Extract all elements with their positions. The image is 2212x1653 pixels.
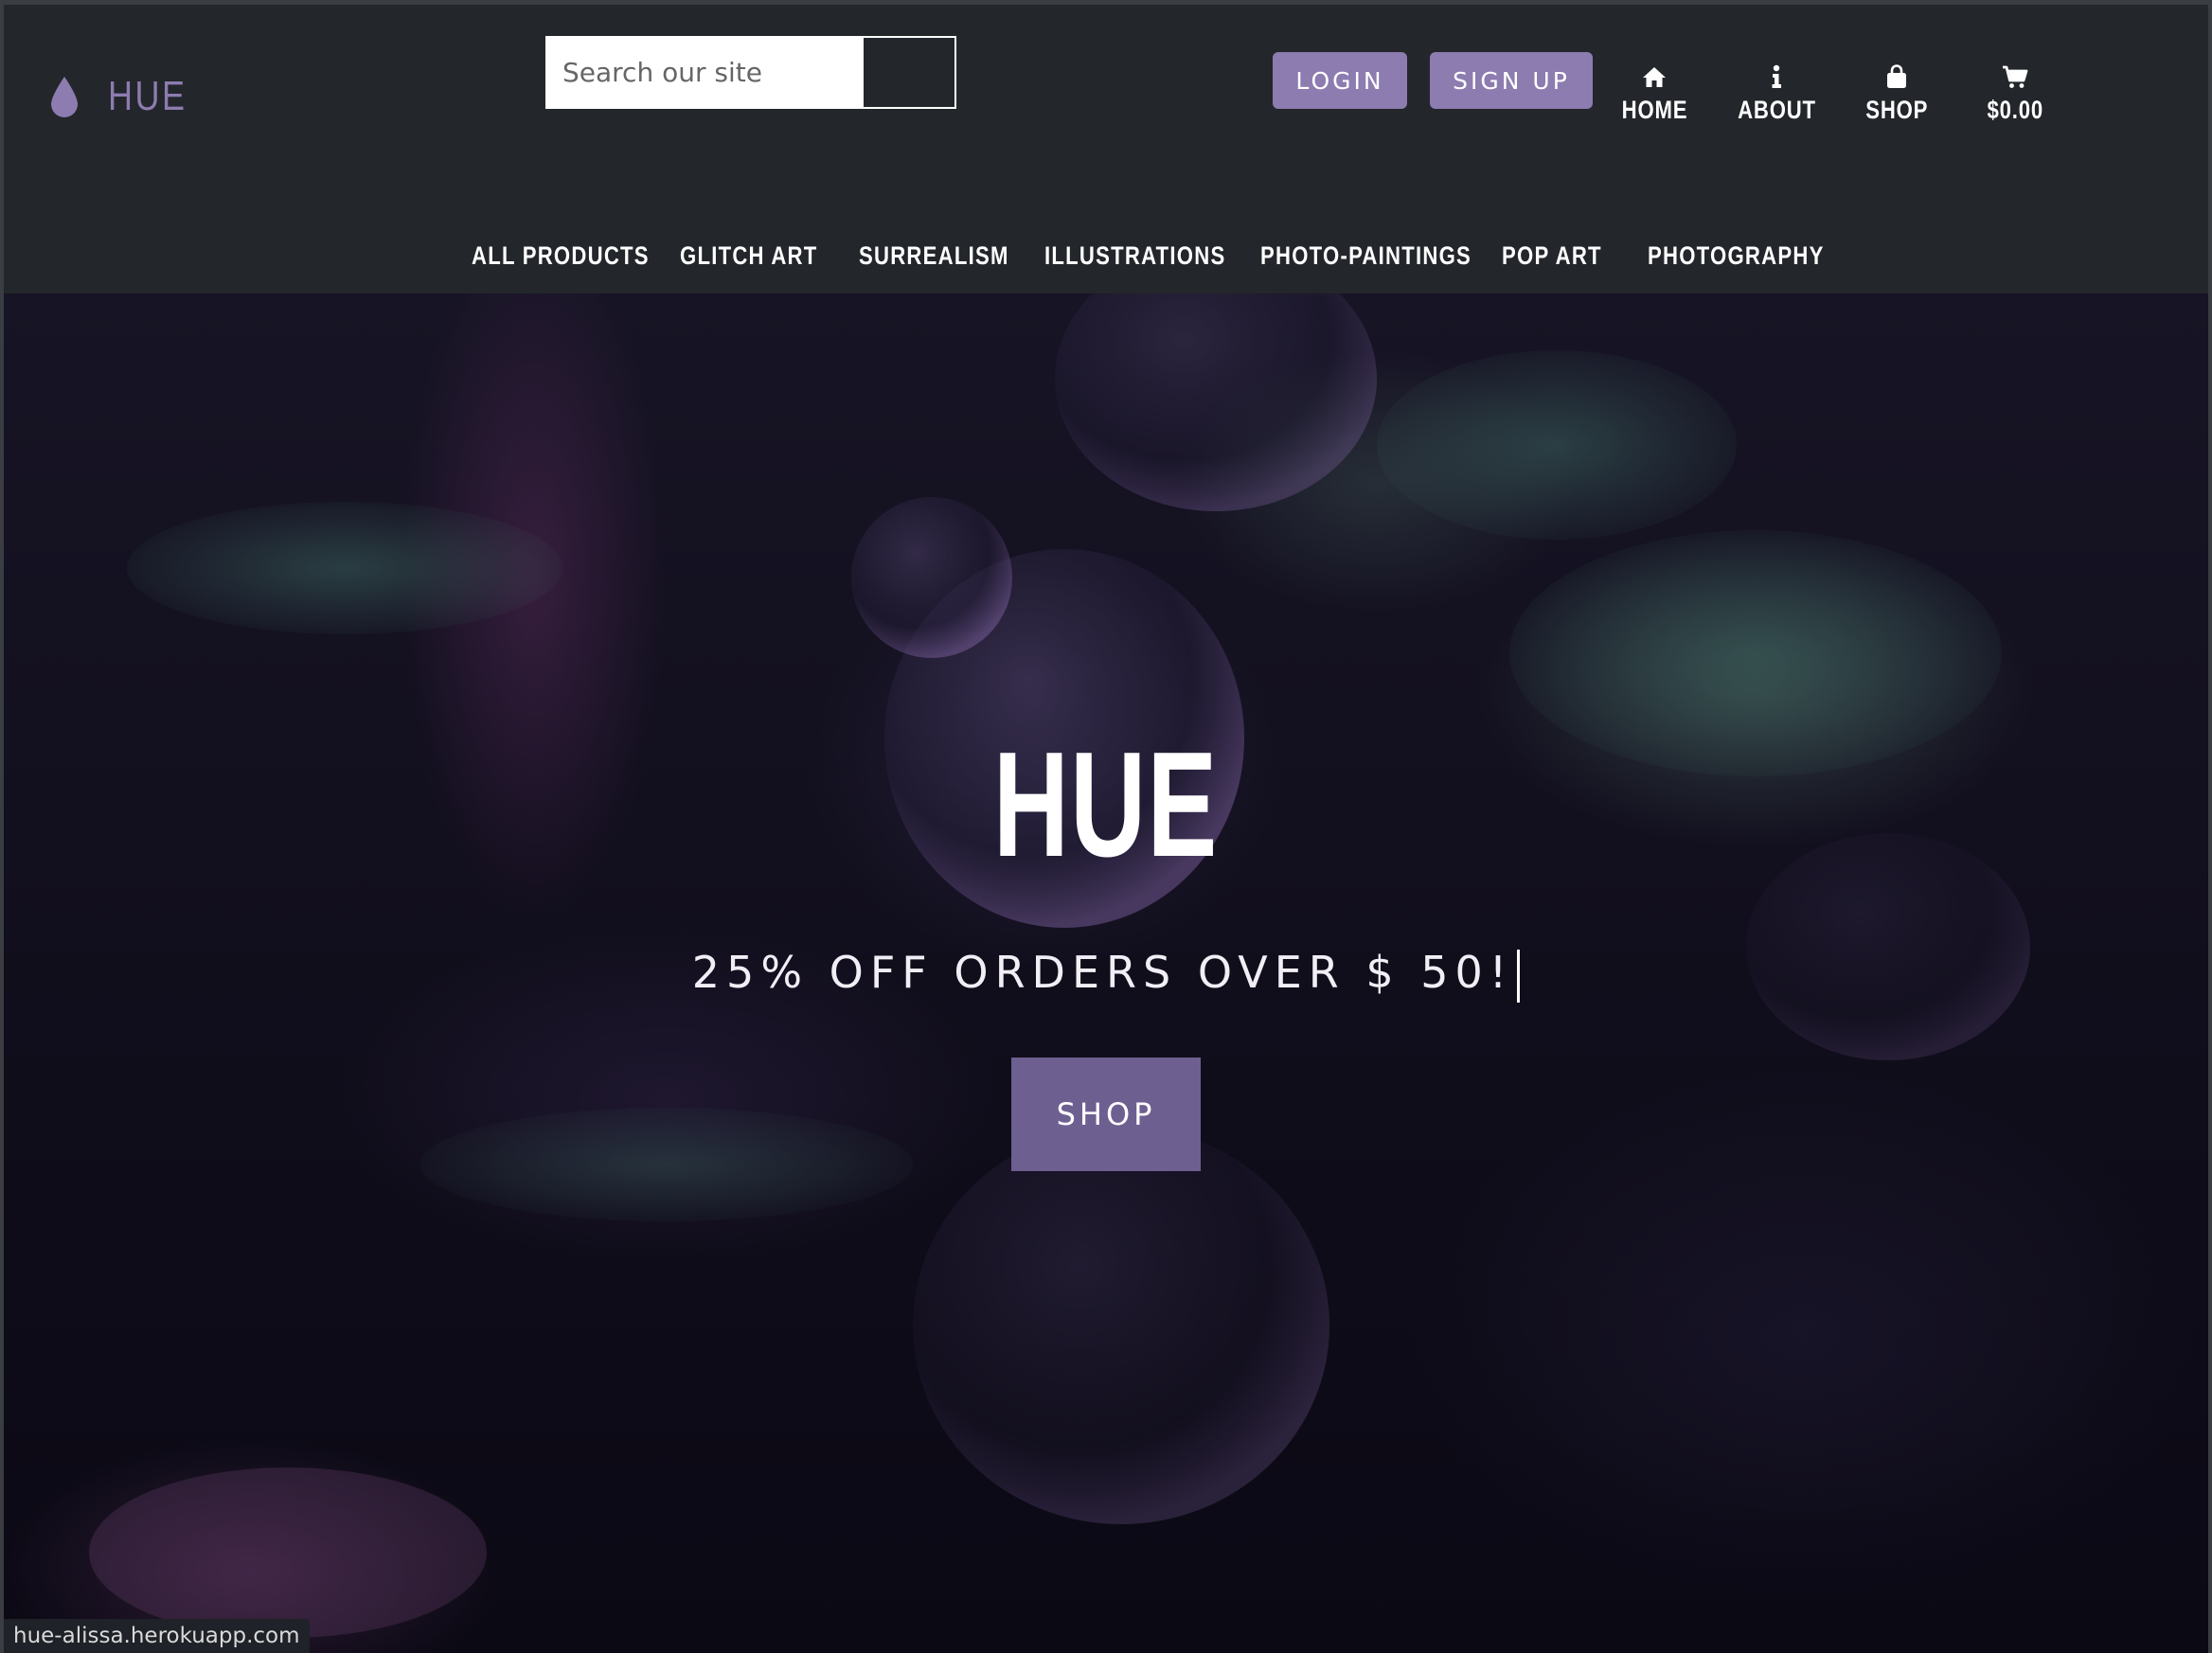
home-icon (1643, 67, 1666, 87)
browser-viewport: HUE LOGIN SIGN UP HOME (4, 5, 2208, 1653)
shopping-bag-icon (1887, 64, 1906, 88)
nav-home[interactable]: HOME (1602, 63, 1706, 125)
link-status-url: hue-alissa.herokuapp.com (4, 1619, 310, 1653)
hero-banner: HUE 25% OFF ORDERS OVER $ 50! SHOP (4, 293, 2208, 1653)
main-nav: HOME ABOUT SHOP $0.00 (4, 63, 2208, 139)
category-glitch-art[interactable]: GLITCH ART (680, 241, 818, 271)
hero-shop-button[interactable]: SHOP (1011, 1058, 1201, 1171)
category-illustrations[interactable]: ILLUSTRATIONS (1044, 241, 1225, 271)
category-all-products[interactable]: ALL PRODUCTS (472, 241, 650, 271)
hero-title: HUE (4, 720, 2208, 891)
nav-shop[interactable]: SHOP (1845, 63, 1949, 125)
category-nav: ALL PRODUCTS GLITCH ART SURREALISM ILLUS… (4, 241, 2208, 279)
info-icon (1772, 64, 1781, 88)
nav-shop-label: SHOP (1864, 96, 1929, 124)
category-pop-art[interactable]: POP ART (1502, 241, 1602, 271)
cart-total: $0.00 (1987, 96, 2043, 124)
nav-about[interactable]: ABOUT (1724, 63, 1828, 125)
promo-text: 25% OFF ORDERS OVER $ 50! (691, 947, 1514, 998)
category-surrealism[interactable]: SURREALISM (859, 241, 1009, 271)
category-photo-paintings[interactable]: PHOTO-PAINTINGS (1260, 241, 1472, 271)
hero-promo-text: 25% OFF ORDERS OVER $ 50! (4, 947, 2208, 1003)
site-header: HUE LOGIN SIGN UP HOME (4, 5, 2208, 293)
cart-icon (2003, 65, 2028, 88)
nav-about-label: ABOUT (1737, 96, 1816, 124)
text-cursor (1517, 949, 1521, 1003)
hero-title-text: HUE (993, 721, 1219, 888)
category-photography[interactable]: PHOTOGRAPHY (1648, 241, 1825, 271)
nav-home-label: HOME (1621, 96, 1687, 124)
nav-cart[interactable]: $0.00 (1963, 63, 2067, 125)
